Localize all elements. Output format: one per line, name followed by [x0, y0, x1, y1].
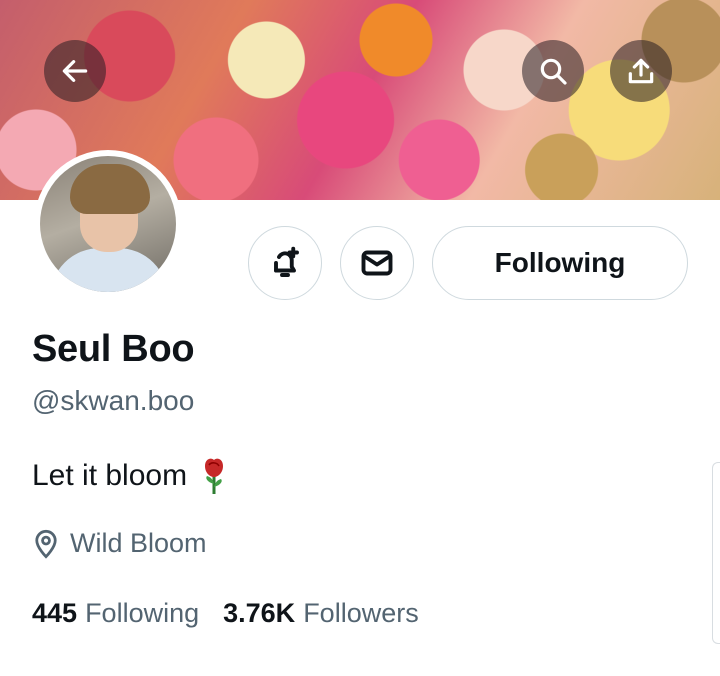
location-text: Wild Bloom [70, 528, 207, 558]
location-pin-icon [35, 529, 57, 559]
mail-icon [361, 250, 393, 276]
username-handle: @skwan.boo [32, 385, 195, 416]
following-label: Following [85, 598, 200, 628]
scroll-edge [712, 462, 720, 644]
followers-stat-link[interactable]: 3.76K Followers [223, 598, 419, 629]
followers-count: 3.76K [223, 598, 296, 628]
following-count: 445 [32, 598, 78, 628]
avatar[interactable] [34, 150, 182, 298]
rose-emoji [197, 456, 231, 496]
bio-text: Let it bloom [32, 459, 188, 492]
search-icon [540, 58, 567, 85]
location: Wild Bloom [32, 528, 207, 559]
share-button[interactable] [610, 40, 672, 102]
following-button[interactable]: Following [432, 226, 688, 300]
display-name: Seul Boo [32, 328, 195, 370]
search-button[interactable] [522, 40, 584, 102]
notifications-button[interactable] [248, 226, 322, 300]
followers-label: Followers [303, 598, 419, 628]
back-button[interactable] [44, 40, 106, 102]
following-stat-link[interactable]: 445 Following [32, 598, 199, 629]
message-button[interactable] [340, 226, 414, 300]
bio: Let it bloom [32, 456, 231, 496]
bell-plus-icon [274, 246, 299, 277]
arrow-left-icon [62, 60, 88, 82]
avatar-image [40, 156, 176, 292]
follow-stats: 445 Following 3.76K Followers [32, 598, 419, 629]
share-upload-icon [628, 58, 654, 84]
